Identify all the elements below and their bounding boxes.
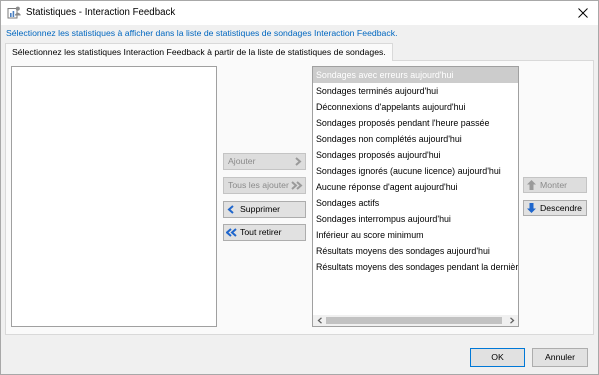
cancel-button[interactable]: Annuler — [532, 348, 588, 367]
chevron-left-icon — [317, 317, 323, 324]
list-item[interactable]: Déconnexions d'appelants aujourd'hui — [313, 99, 518, 115]
add-all-button-label: Tous les ajouter — [228, 180, 289, 190]
remove-all-button[interactable]: Tout retirer — [223, 224, 306, 241]
remove-button-label: Supprimer — [240, 204, 281, 214]
list-item[interactable]: Sondages terminés aujourd'hui — [313, 83, 518, 99]
double-chevron-left-icon — [226, 228, 238, 237]
cancel-button-label: Annuler — [545, 352, 575, 362]
window-title: Statistiques - Interaction Feedback — [26, 7, 176, 18]
selected-list-items: Sondages avec erreurs aujourd'hui Sondage… — [313, 67, 518, 275]
list-item[interactable]: Sondages non complétés aujourd'hui — [313, 131, 518, 147]
list-item[interactable]: Aucune réponse d'agent aujourd'hui — [313, 179, 518, 195]
ok-button-label: OK — [491, 352, 504, 362]
move-down-button[interactable]: Descendre — [523, 200, 587, 216]
list-item[interactable]: Inférieur au score minimum — [313, 227, 518, 243]
move-down-button-label: Descendre — [540, 203, 583, 213]
instruction-text: Sélectionnez les statistiques à afficher… — [6, 28, 398, 38]
move-up-button[interactable]: Monter — [523, 177, 587, 193]
arrow-down-icon — [527, 203, 536, 213]
remove-button[interactable]: Supprimer — [223, 201, 306, 218]
scrollbar-thumb[interactable] — [326, 317, 502, 324]
remove-all-button-label: Tout retirer — [240, 227, 282, 237]
chevron-right-icon — [509, 317, 515, 324]
list-item[interactable]: Sondages actifs — [313, 195, 518, 211]
chevron-right-icon — [294, 157, 302, 166]
list-item[interactable]: Résultats moyens des sondages aujourd'hu… — [313, 243, 518, 259]
close-icon — [578, 7, 588, 18]
tab-label: Sélectionnez les statistiques Interactio… — [12, 47, 386, 57]
available-statistics-list[interactable] — [11, 66, 217, 327]
statistics-dialog: Statistiques - Interaction Feedback Séle… — [0, 0, 599, 375]
add-button-label: Ajouter — [228, 156, 256, 166]
scroll-right-button[interactable] — [506, 315, 517, 326]
list-item[interactable]: Sondages ignorés (aucune licence) aujour… — [313, 163, 518, 179]
chart-app-icon — [7, 5, 21, 19]
move-up-button-label: Monter — [540, 180, 568, 190]
chevron-left-icon — [227, 205, 235, 214]
ok-button[interactable]: OK — [470, 348, 525, 367]
arrow-up-icon — [527, 180, 536, 190]
list-item[interactable]: Résultats moyens des sondages pendant la… — [313, 259, 518, 275]
list-item[interactable]: Sondages interrompus aujourd'hui — [313, 211, 518, 227]
close-button[interactable] — [569, 1, 597, 24]
add-all-button[interactable]: Tous les ajouter — [223, 177, 306, 194]
list-item[interactable]: Sondages proposés aujourd'hui — [313, 147, 518, 163]
tab-select-statistics[interactable]: Sélectionnez les statistiques Interactio… — [5, 43, 393, 61]
double-chevron-right-icon — [291, 181, 303, 190]
selected-statistics-list[interactable]: Sondages avec erreurs aujourd'hui Sondage… — [312, 66, 519, 327]
horizontal-scrollbar[interactable] — [313, 315, 518, 326]
title-bar[interactable]: Statistiques - Interaction Feedback — [0, 0, 599, 25]
list-item[interactable]: Sondages proposés pendant l'heure passée — [313, 115, 518, 131]
add-button[interactable]: Ajouter — [223, 153, 306, 170]
list-item-selected[interactable]: Sondages avec erreurs aujourd'hui — [313, 67, 518, 83]
scroll-left-button[interactable] — [314, 315, 325, 326]
